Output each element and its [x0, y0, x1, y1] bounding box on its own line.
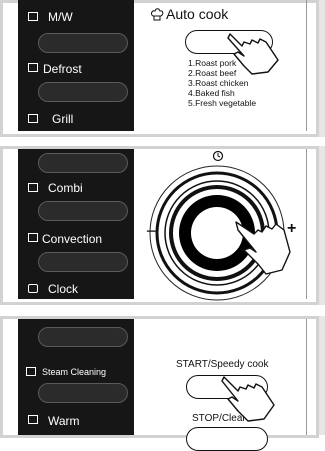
upper-button[interactable]: [38, 327, 128, 347]
convection-button[interactable]: [38, 252, 128, 272]
right-divider: [306, 0, 307, 131]
grill-label: Grill: [52, 112, 74, 126]
stop-button[interactable]: [186, 427, 268, 451]
microwave-icon: [28, 12, 38, 21]
hand-pointer-icon: [235, 221, 291, 275]
right-divider: [306, 319, 307, 435]
defrost-icon: [28, 63, 38, 72]
warm-icon: [28, 415, 38, 424]
panel-start: Steam Cleaning Warm START/Speedy cook ST…: [0, 316, 325, 451]
warm-label: Warm: [48, 414, 80, 428]
steam-cleaning-button[interactable]: [38, 383, 128, 403]
dial-minus-sign: −: [146, 221, 157, 241]
combi-label: Combi: [48, 181, 83, 195]
combi-button[interactable]: [38, 201, 128, 221]
right-divider: [306, 149, 307, 299]
convection-icon: [28, 233, 38, 242]
defrost-label: Defrost: [43, 62, 82, 76]
panel-auto-cook: M/W Defrost Grill Auto cook 1.Roast pork…: [0, 0, 325, 137]
mw-button[interactable]: [38, 33, 128, 53]
button-strip: M/W Defrost Grill: [18, 0, 134, 131]
button-strip: Combi Convection Clock: [18, 149, 134, 299]
auto-cook-title: Auto cook: [166, 6, 229, 22]
hand-pointer-icon: [221, 376, 275, 422]
auto-cook-item: 4.Baked fish: [188, 88, 235, 98]
auto-cook-item: 3.Roast chicken: [188, 78, 249, 88]
hand-pointer-icon: [227, 33, 279, 75]
grill-icon: [28, 114, 38, 123]
panel-dial: Combi Convection Clock − +: [0, 146, 325, 305]
defrost-button[interactable]: [38, 82, 128, 102]
chef-hat-icon: [151, 8, 164, 21]
clock-icon: [28, 284, 38, 293]
clock-label: Clock: [48, 282, 79, 296]
button-strip: Steam Cleaning Warm: [18, 319, 134, 435]
start-speedy-cook-label: START/Speedy cook: [176, 359, 269, 370]
steam-icon: [26, 367, 36, 376]
combi-icon: [28, 183, 38, 192]
timer-icon: [212, 150, 224, 162]
mw-label: M/W: [48, 10, 73, 24]
upper-button[interactable]: [38, 153, 128, 173]
auto-cook-item: 5.Fresh vegetable: [188, 98, 257, 108]
convection-label: Convection: [42, 232, 103, 246]
steam-cleaning-label: Steam Cleaning: [42, 367, 107, 377]
